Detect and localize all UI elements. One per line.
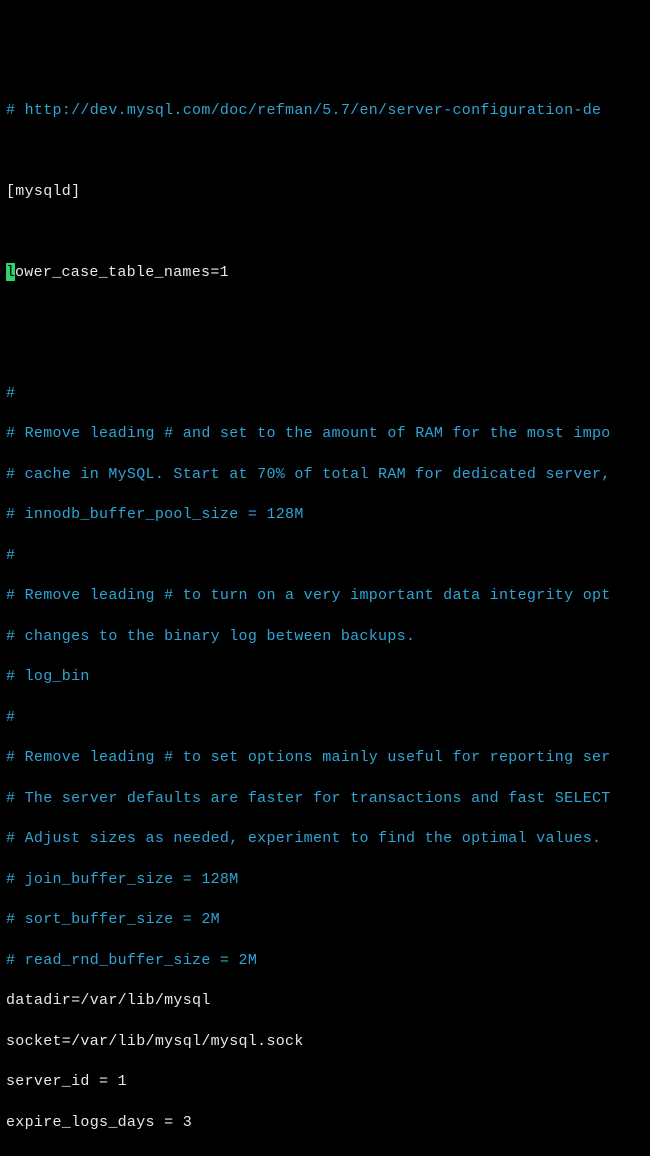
blank-line xyxy=(6,223,644,243)
comment-line: # The server defaults are faster for tra… xyxy=(6,789,644,809)
config-text: ower_case_table_names=1 xyxy=(15,264,229,281)
comment-line: # Remove leading # to turn on a very imp… xyxy=(6,586,644,606)
mysqld-section-header: [mysqld] xyxy=(6,182,644,202)
terminal-editor[interactable]: # http://dev.mysql.com/doc/refman/5.7/en… xyxy=(0,81,650,1156)
config-line-server-id: server_id = 1 xyxy=(6,1072,644,1092)
comment-line: # xyxy=(6,384,644,404)
comment-line: # changes to the binary log between back… xyxy=(6,627,644,647)
comment-line: # innodb_buffer_pool_size = 128M xyxy=(6,505,644,525)
config-line-expire-logs-days: expire_logs_days = 3 xyxy=(6,1113,644,1133)
config-line-lower-case-table-names: lower_case_table_names=1 xyxy=(6,263,644,283)
comment-line: # read_rnd_buffer_size = 2M xyxy=(6,951,644,971)
blank-line xyxy=(6,344,644,364)
comment-line: # sort_buffer_size = 2M xyxy=(6,910,644,930)
comment-line: # http://dev.mysql.com/doc/refman/5.7/en… xyxy=(6,101,644,121)
blank-line xyxy=(6,303,644,323)
comment-line: # cache in MySQL. Start at 70% of total … xyxy=(6,465,644,485)
cursor: l xyxy=(6,263,15,281)
comment-line: # join_buffer_size = 128M xyxy=(6,870,644,890)
config-line-datadir: datadir=/var/lib/mysql xyxy=(6,991,644,1011)
comment-line: # Remove leading # to set options mainly… xyxy=(6,748,644,768)
comment-line: # xyxy=(6,546,644,566)
blank-line xyxy=(6,142,644,162)
config-line-socket: socket=/var/lib/mysql/mysql.sock xyxy=(6,1032,644,1052)
comment-line: # Remove leading # and set to the amount… xyxy=(6,424,644,444)
comment-line: # xyxy=(6,708,644,728)
blank-line xyxy=(6,1153,644,1156)
comment-line: # Adjust sizes as needed, experiment to … xyxy=(6,829,644,849)
comment-line: # log_bin xyxy=(6,667,644,687)
